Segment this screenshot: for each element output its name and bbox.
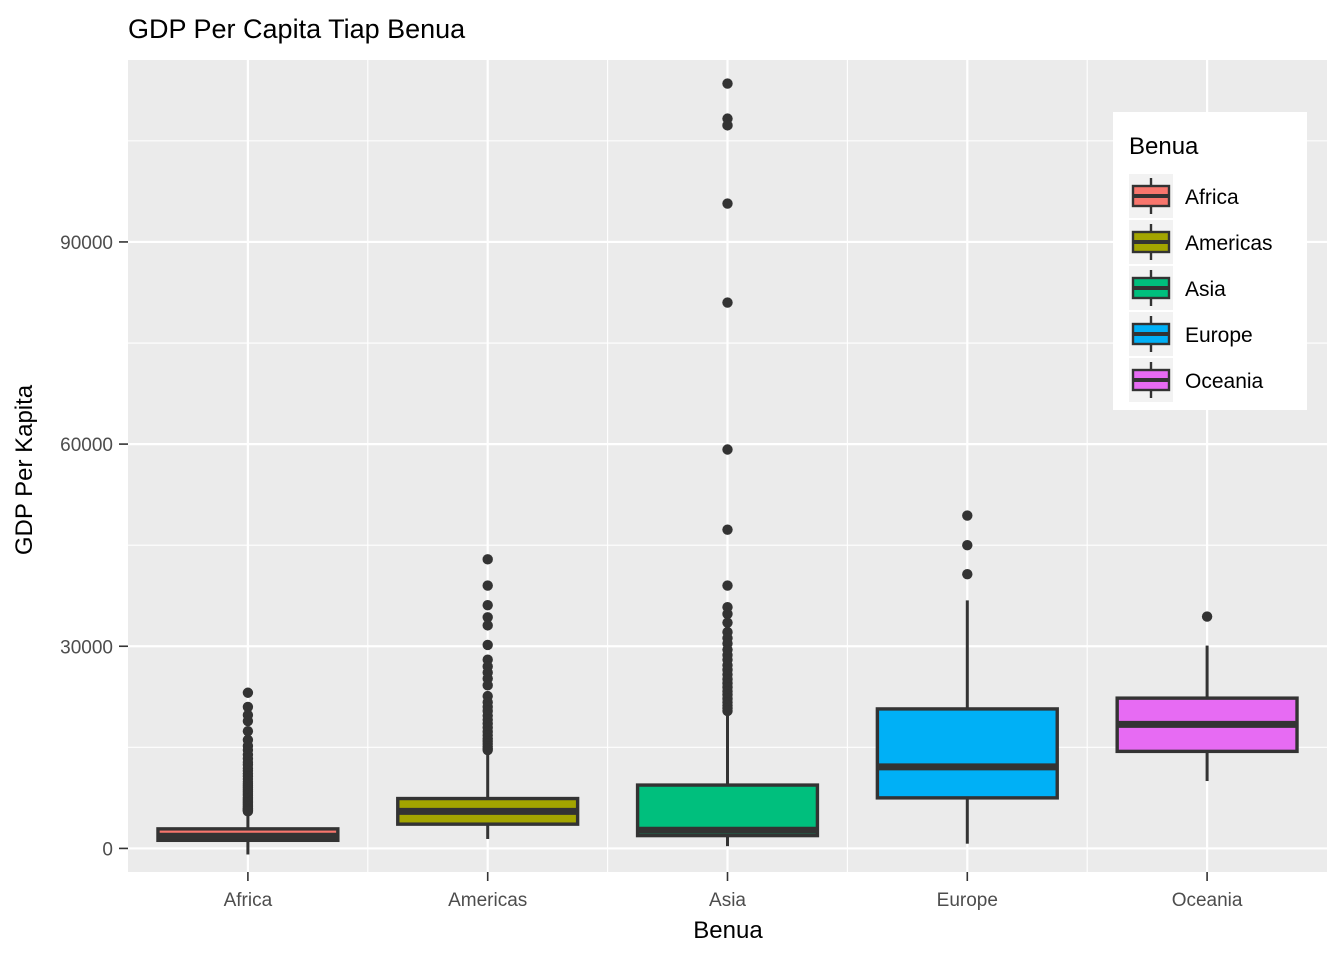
- outlier-point: [722, 705, 733, 717]
- outlier-point: [722, 524, 733, 535]
- chart-container: GDP Per Capita Tiap Benua 0 30000 60000 900…: [0, 0, 1344, 960]
- x-tick-label: Asia: [709, 890, 746, 911]
- outlier-point: [722, 198, 733, 209]
- outlier-point: [722, 617, 733, 628]
- x-tick-label: Oceania: [1172, 890, 1243, 911]
- legend-item-label: Europe: [1185, 324, 1253, 347]
- box-iqr: [875, 707, 1059, 800]
- gdp-boxplot-chart: GDP Per Capita Tiap Benua 0 30000 60000 900…: [11, 14, 1327, 944]
- legend-title: Benua: [1129, 133, 1199, 160]
- y-tick-label: 90000: [60, 233, 113, 254]
- legend-item-label: Americas: [1185, 232, 1273, 255]
- x-axis: Africa Americas Asia Europe Oceania: [224, 872, 1243, 911]
- x-axis-title: Benua: [693, 917, 763, 944]
- x-tick-label: Americas: [448, 890, 527, 911]
- y-axis-title: GDP Per Kapita: [11, 384, 38, 555]
- legend[interactable]: Benua Africa Americas Asia Europe Oceania: [1113, 112, 1307, 410]
- outlier-point: [722, 78, 733, 89]
- y-tick-label: 60000: [60, 435, 113, 456]
- legend-item-label: Africa: [1185, 186, 1239, 209]
- outlier-point: [482, 639, 493, 651]
- outlier-point: [242, 687, 254, 698]
- y-axis: 0 30000 60000 90000: [60, 233, 128, 860]
- outlier-point: [482, 580, 493, 591]
- outlier-point: [482, 680, 493, 691]
- outlier-point: [962, 568, 973, 580]
- outlier-point: [962, 510, 973, 521]
- outlier-point: [1201, 611, 1213, 622]
- x-tick-label: Africa: [224, 890, 273, 911]
- y-tick-label: 0: [102, 839, 113, 860]
- outlier-point: [482, 554, 493, 565]
- outlier-point: [722, 444, 733, 455]
- outlier-point: [482, 744, 493, 756]
- outlier-point: [242, 806, 254, 817]
- outlier-point: [722, 120, 733, 131]
- page-title: GDP Per Capita Tiap Benua: [128, 14, 466, 44]
- outlier-point: [722, 580, 733, 591]
- x-tick-label: Europe: [937, 890, 998, 911]
- outlier-point: [242, 715, 254, 727]
- legend-item-label: Oceania: [1185, 370, 1264, 393]
- outlier-point: [962, 539, 973, 551]
- outlier-point: [482, 599, 493, 611]
- plot-title-group: GDP Per Capita Tiap Benua: [128, 14, 466, 44]
- outlier-point: [482, 620, 493, 631]
- outlier-point: [722, 297, 733, 308]
- legend-item-label: Asia: [1185, 278, 1226, 301]
- y-tick-label: 30000: [60, 637, 113, 658]
